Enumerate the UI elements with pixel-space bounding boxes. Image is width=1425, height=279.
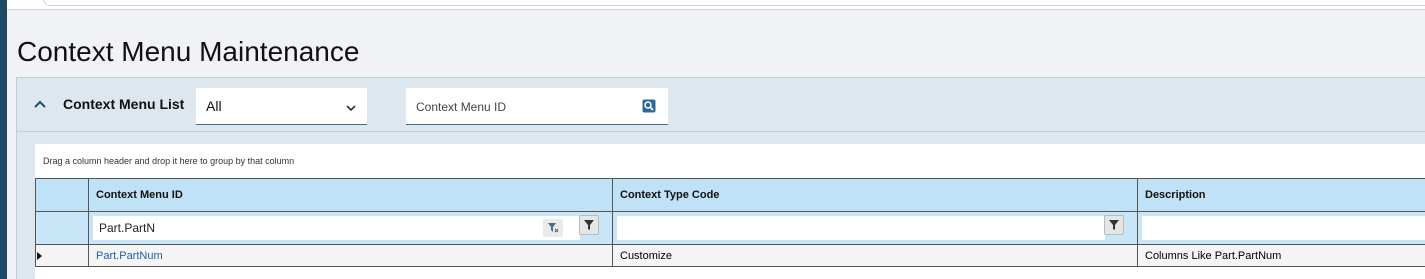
row-selector-header[interactable] (35, 178, 89, 212)
filter-cell-context-type-code (612, 211, 1138, 245)
table-row[interactable]: Part.PartNum Customize Columns Like Part… (35, 244, 1425, 267)
description-filter-input[interactable] (1142, 216, 1425, 240)
cell-context-type-code: Customize (612, 244, 1138, 267)
grid-area: Drag a column header and drop it here to… (35, 144, 1425, 279)
chevron-up-icon[interactable] (33, 97, 47, 111)
filter-row-selector (35, 211, 89, 245)
panel-header: Context Menu List All (17, 78, 1425, 132)
context-type-code-filter-input[interactable] (617, 216, 1105, 240)
context-menu-id-filter-input[interactable]: Part.PartN (93, 216, 580, 240)
panel-title: Context Menu List (63, 96, 185, 112)
cell-description: Columns Like Part.PartNum (1137, 244, 1425, 267)
search-input[interactable] (416, 97, 636, 117)
current-row-indicator-icon (37, 251, 42, 260)
page-title: Context Menu Maintenance (17, 36, 360, 67)
clear-filter-icon[interactable] (543, 219, 563, 237)
filter-cell-description (1137, 211, 1425, 245)
chevron-down-icon (345, 101, 357, 113)
filter-cell-context-menu-id: Part.PartN (88, 211, 613, 245)
grid-header-row: Context Menu ID Context Type Code Descri… (35, 178, 1425, 212)
group-by-drop-zone[interactable]: Drag a column header and drop it here to… (43, 156, 294, 166)
top-address-pill[interactable] (43, 0, 1425, 6)
column-header-description[interactable]: Description (1137, 178, 1425, 212)
context-menu-id-search (406, 88, 668, 125)
cell-context-menu-id[interactable]: Part.PartNum (88, 244, 613, 267)
search-icon[interactable] (642, 99, 656, 113)
app-side-strip (0, 0, 7, 279)
row-selector[interactable] (35, 244, 89, 267)
column-header-context-menu-id[interactable]: Context Menu ID (88, 178, 613, 212)
filter-select-value: All (206, 98, 222, 114)
filter-icon[interactable] (1104, 215, 1124, 235)
context-menu-list-panel: Context Menu List All Drag a column head… (16, 77, 1425, 279)
context-menu-id-filter-value: Part.PartN (99, 221, 156, 235)
grid-filter-row: Part.PartN (35, 211, 1425, 245)
filter-icon[interactable] (579, 215, 599, 235)
column-header-context-type-code[interactable]: Context Type Code (612, 178, 1138, 212)
context-menu-grid: Context Menu ID Context Type Code Descri… (35, 178, 1425, 267)
filter-select[interactable]: All (196, 88, 367, 125)
top-bar (7, 0, 1425, 10)
